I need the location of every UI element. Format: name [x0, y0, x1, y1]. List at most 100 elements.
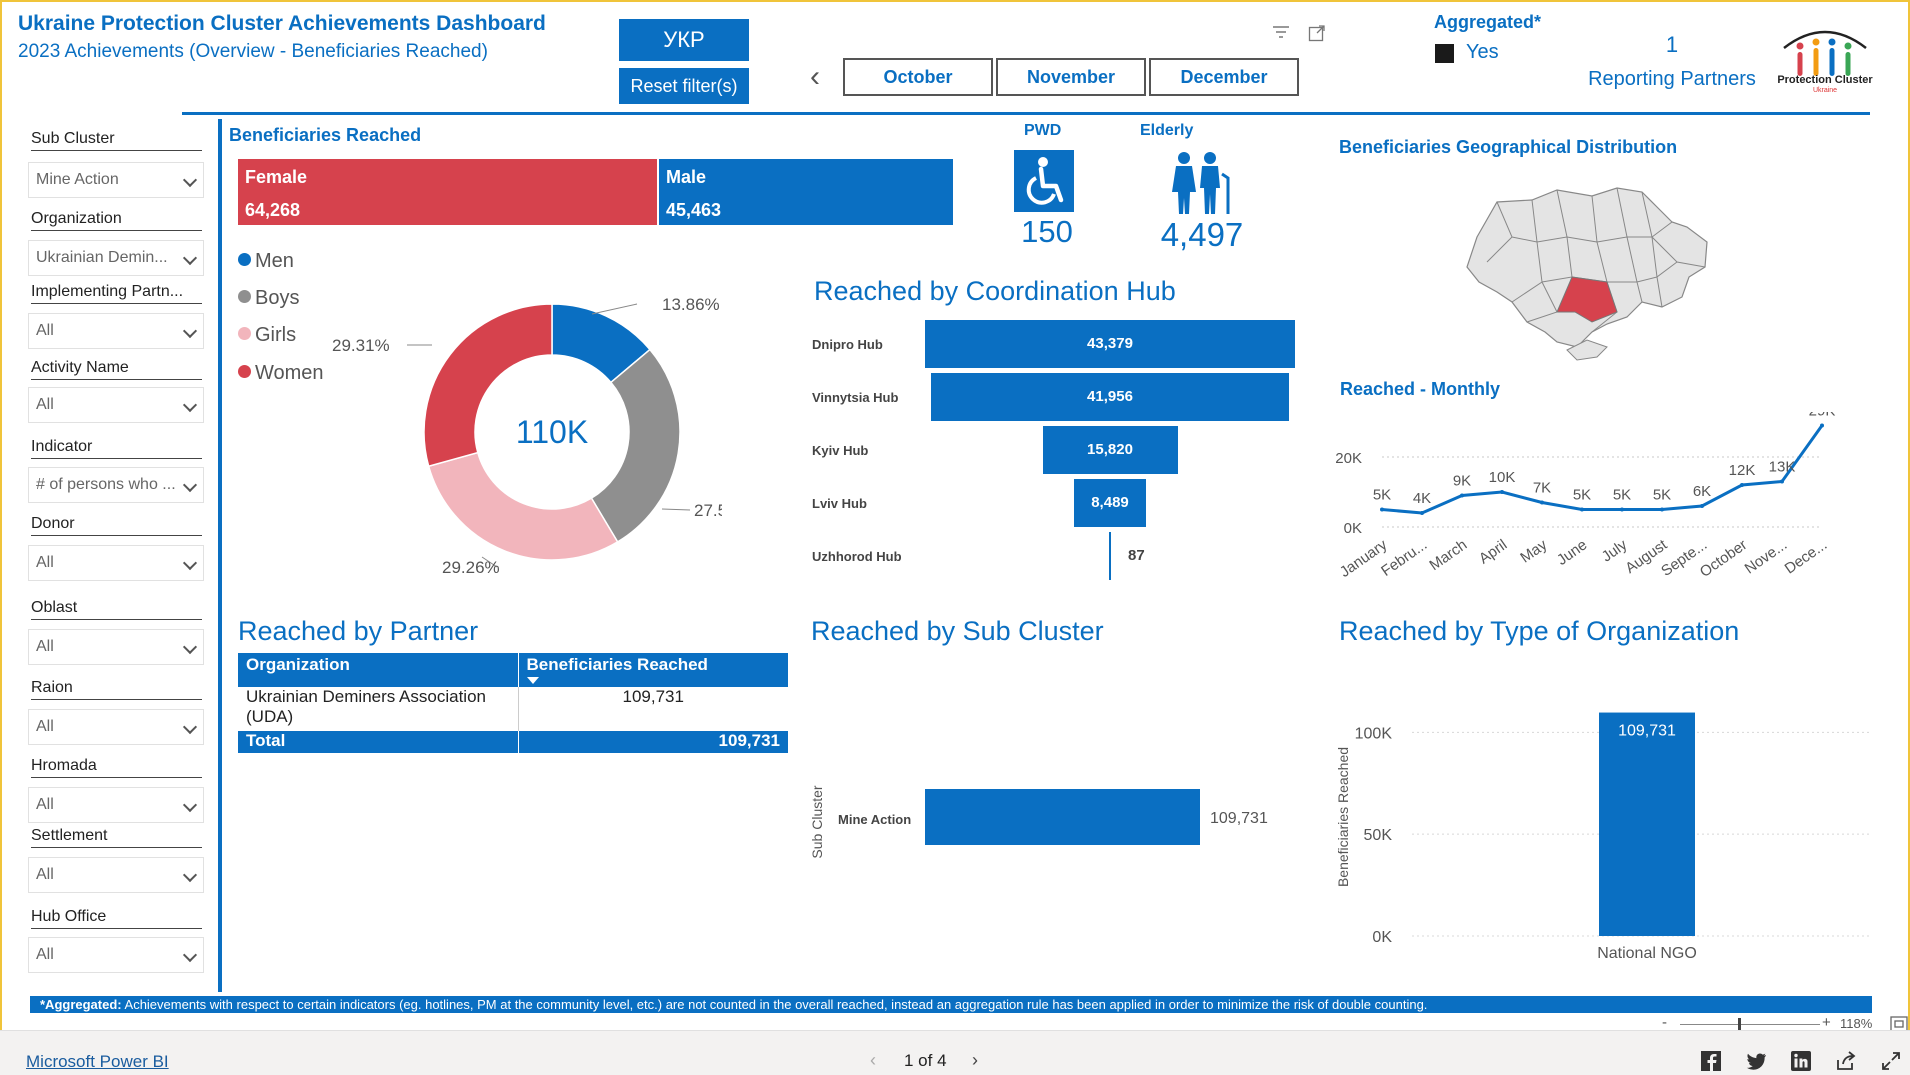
monthly-point[interactable] — [1740, 483, 1744, 487]
twitter-icon[interactable] — [1745, 1050, 1767, 1072]
slicer-dropdown[interactable]: All — [28, 709, 204, 745]
month-axis-label: June — [1554, 536, 1590, 569]
slicer-dropdown[interactable]: All — [28, 629, 204, 665]
subcluster-axis-title: Sub Cluster — [809, 785, 825, 858]
monthly-point[interactable] — [1580, 507, 1584, 512]
monthly-point[interactable] — [1380, 507, 1384, 512]
y-tick-label: 100K — [1355, 725, 1393, 742]
column-header-organization[interactable]: Organization — [238, 653, 519, 687]
legend-label: Women — [255, 362, 324, 384]
chevron-down-icon — [182, 397, 198, 413]
powerbi-link[interactable]: Microsoft Power BI — [26, 1052, 169, 1072]
monthly-value-label: 5K — [1613, 487, 1631, 504]
monthly-point[interactable] — [1460, 493, 1464, 498]
focus-mode-icon[interactable] — [1308, 24, 1326, 42]
legend-dot — [238, 365, 251, 378]
monthly-value-label: 6K — [1693, 483, 1711, 500]
monthly-point[interactable] — [1820, 423, 1824, 428]
logo-text: Protection Cluster — [1777, 74, 1873, 86]
subcluster-bar-chart: Sub Cluster Mine Action 109,731 — [809, 785, 1268, 858]
aggregated-option-label[interactable]: Yes — [1466, 41, 1499, 64]
slicer-dropdown[interactable]: # of persons who ... — [28, 467, 204, 503]
monthly-point[interactable] — [1500, 490, 1504, 494]
zoom-out-icon[interactable]: - — [1662, 1014, 1667, 1031]
subcluster-bar[interactable] — [925, 789, 1200, 845]
legend-item-women[interactable]: Women — [238, 362, 324, 385]
orgtype-bar[interactable] — [1599, 712, 1695, 936]
donut-slice-boys[interactable] — [590, 348, 681, 543]
month-axis-label: April — [1476, 536, 1510, 567]
chevron-left-icon[interactable]: ‹ — [810, 62, 820, 92]
previous-page-icon[interactable]: ‹ — [870, 1050, 876, 1071]
donut-center-total: 110K — [516, 414, 588, 450]
hub-bar[interactable]: 8,489 — [1074, 479, 1146, 527]
table-total-row: Total 109,731 — [238, 731, 788, 753]
slicer-dropdown[interactable]: All — [28, 313, 204, 349]
male-label: Male — [666, 167, 707, 187]
donut-slice-girls[interactable] — [427, 451, 619, 561]
hub-bar[interactable]: 43,379 — [925, 320, 1295, 368]
monthly-point[interactable] — [1620, 507, 1624, 512]
ukraine-map[interactable] — [1457, 182, 1717, 362]
share-icon[interactable] — [1835, 1050, 1857, 1072]
legend-dot — [238, 327, 251, 340]
next-page-icon[interactable]: › — [972, 1050, 978, 1071]
slicer-dropdown[interactable]: All — [28, 545, 204, 581]
slicer-dropdown[interactable]: All — [28, 787, 204, 823]
legend-item-boys[interactable]: Boys — [238, 287, 299, 310]
slicer-dropdown[interactable]: All — [28, 937, 204, 973]
monthly-value-label: 13K — [1769, 459, 1796, 476]
monthly-point[interactable] — [1420, 511, 1424, 515]
slicer-dropdown[interactable]: Ukrainian Demin... — [28, 240, 204, 276]
monthly-point[interactable] — [1540, 500, 1544, 505]
cell-beneficiaries: 109,731 — [622, 687, 684, 706]
hub-bar[interactable] — [1109, 532, 1111, 580]
slicer-value: All — [36, 554, 54, 571]
chevron-down-icon — [182, 719, 198, 735]
aggregated-checkbox[interactable] — [1435, 44, 1454, 63]
legend-label: Girls — [255, 324, 297, 346]
slicer-value: All — [36, 796, 54, 813]
month-button-october[interactable]: October — [843, 58, 993, 96]
zoom-level: 118% — [1840, 1016, 1873, 1031]
fullscreen-icon[interactable] — [1880, 1050, 1902, 1072]
monthly-series-line[interactable] — [1381, 424, 1824, 515]
language-button[interactable]: УКР — [619, 19, 749, 61]
slicer-dropdown[interactable]: All — [28, 857, 204, 893]
reset-filters-button[interactable]: Reset filter(s) — [619, 68, 749, 104]
zoom-in-icon[interactable]: + — [1822, 1014, 1831, 1031]
legend-item-girls[interactable]: Girls — [238, 324, 296, 347]
chevron-down-icon — [182, 172, 198, 188]
male-bar[interactable]: Male 45,463 — [659, 159, 953, 225]
slicer-label: Settlement — [31, 827, 202, 848]
aggregated-title: Aggregated* — [1434, 12, 1542, 32]
legend-item-men[interactable]: Men — [238, 250, 294, 273]
orgtype-bar-chart: 0K 50K 100KBeneficiaries Reached 109,731 Nat… — [1335, 712, 1872, 962]
monthly-point[interactable] — [1780, 479, 1784, 484]
monthly-point[interactable] — [1660, 507, 1664, 512]
slicer-divider — [218, 119, 222, 992]
total-value: 109,731 — [518, 731, 788, 753]
slicer-dropdown[interactable]: Mine Action — [28, 162, 204, 198]
linkedin-icon[interactable] — [1790, 1050, 1812, 1072]
monthly-value-label: 10K — [1489, 469, 1516, 486]
month-button-november[interactable]: November — [996, 58, 1146, 96]
column-header-beneficiaries[interactable]: Beneficiaries Reached — [518, 653, 788, 687]
facebook-icon[interactable] — [1700, 1050, 1722, 1072]
slicer-label: Implementing Partn... — [31, 283, 202, 304]
y-tick-label: 0K — [1372, 929, 1392, 946]
slicer-dropdown[interactable]: All — [28, 387, 204, 423]
slicer-label: Raion — [31, 679, 202, 700]
female-bar[interactable]: Female 64,268 — [238, 159, 657, 225]
slicer-label: Hromada — [31, 757, 202, 778]
hub-bar[interactable]: 41,956 — [931, 373, 1289, 421]
filter-icon[interactable] — [1272, 24, 1290, 40]
hub-bar[interactable]: 15,820 — [1042, 426, 1178, 474]
zoom-track[interactable] — [1680, 1024, 1820, 1025]
monthly-point[interactable] — [1700, 504, 1704, 508]
hub-category-label: Vinnytsia Hub — [812, 390, 899, 405]
month-button-december[interactable]: December — [1149, 58, 1299, 96]
donut-label-girls: 29.26% — [442, 558, 500, 577]
table-row[interactable]: Ukrainian Deminers Association (UDA) 109… — [238, 687, 788, 731]
report-canvas: Ukraine Protection Cluster Achievements … — [0, 0, 1910, 1032]
